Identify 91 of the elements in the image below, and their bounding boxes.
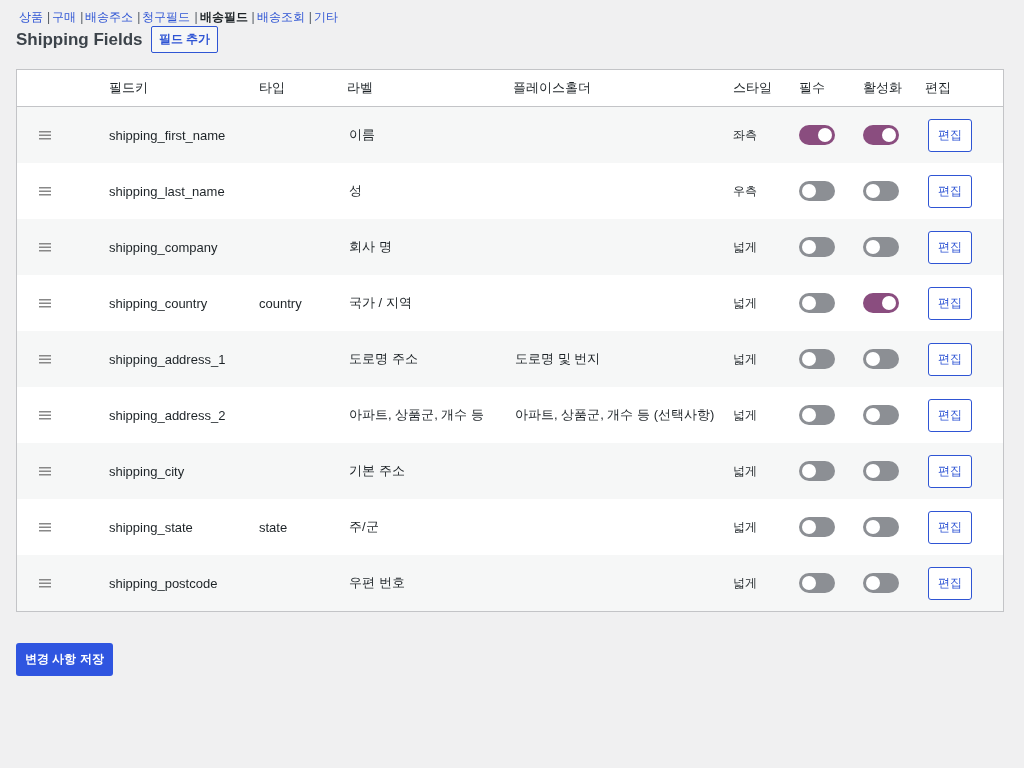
hint-text: 아파트, 상품군, 개수 등 (선택사항) <box>515 407 715 422</box>
drag-handle-icon[interactable] <box>39 410 51 420</box>
column-header: 편집 <box>925 79 952 97</box>
edit-button[interactable]: 편집 <box>928 230 972 264</box>
field-label: 우편 번호 <box>349 575 405 590</box>
field-style: 넓게 <box>733 575 757 590</box>
enabled-toggle[interactable] <box>863 349 899 369</box>
field-style: 우측 <box>733 183 757 198</box>
nav-link[interactable]: 배송주소 <box>85 8 134 26</box>
nav-link[interactable]: 구매 <box>52 8 77 26</box>
column-header: 타입 <box>259 79 286 97</box>
field-style: 넓게 <box>733 239 757 254</box>
column-header: 필드키 <box>108 79 149 97</box>
page-title: Shipping Fields <box>16 29 143 50</box>
nav-separator: | <box>137 10 141 24</box>
field-key: shipping_postcode <box>109 575 218 591</box>
field-label: 아파트, 상품군, 개수 등 <box>349 407 485 422</box>
add-field-button[interactable]: 필드 추가 <box>150 26 218 53</box>
field-style: 넓게 <box>733 463 757 478</box>
drag-handle-icon[interactable] <box>39 298 51 308</box>
drag-handle-icon[interactable] <box>39 186 51 196</box>
nav-link[interactable]: 기타 <box>313 8 338 26</box>
field-style: 넓게 <box>733 295 757 310</box>
edit-button[interactable]: 편집 <box>928 342 972 376</box>
field-type: state <box>259 519 288 535</box>
field-style: 넓게 <box>733 351 757 366</box>
nav-separator: | <box>251 10 255 24</box>
column-header: 라벨 <box>346 79 374 97</box>
column-header: 활성화 <box>863 79 903 97</box>
edit-button[interactable]: 편집 <box>928 566 972 600</box>
nav-separator: | <box>47 10 51 24</box>
field-type: country <box>259 295 302 311</box>
drag-handle-icon[interactable] <box>39 522 51 532</box>
drag-handle-icon[interactable] <box>39 242 51 252</box>
edit-button[interactable]: 편집 <box>928 174 972 208</box>
required-toggle[interactable] <box>799 461 835 481</box>
nav-link[interactable]: 상품 <box>19 8 43 26</box>
drag-handle-icon[interactable] <box>39 130 51 140</box>
field-label: 성 <box>349 183 362 198</box>
edit-button[interactable]: 편집 <box>928 510 972 544</box>
edit-button[interactable]: 편집 <box>928 118 972 152</box>
enabled-toggle[interactable] <box>863 517 899 537</box>
field-key: shipping_first_name <box>109 127 226 143</box>
nav-link[interactable]: 배송조회 <box>256 8 305 26</box>
enabled-toggle[interactable] <box>863 405 899 425</box>
nav-separator: | <box>80 10 84 24</box>
field-key: shipping_state <box>109 519 193 535</box>
column-header: 필수 <box>799 79 826 97</box>
field-label: 이름 <box>349 127 375 142</box>
column-header: 플레이스홀더 <box>512 79 592 97</box>
enabled-toggle[interactable] <box>863 181 899 201</box>
field-label: 기본 주소 <box>349 463 405 478</box>
required-toggle[interactable] <box>799 349 835 369</box>
edit-button[interactable]: 편집 <box>928 454 972 488</box>
field-key: shipping_last_name <box>109 183 225 199</box>
enabled-toggle[interactable] <box>863 293 899 313</box>
column-header: 스타일 <box>733 79 773 97</box>
field-key: shipping_country <box>109 295 208 311</box>
enabled-toggle[interactable] <box>863 461 899 481</box>
field-label: 국가 / 지역 <box>349 295 412 310</box>
field-style: 넓게 <box>733 519 757 534</box>
nav-separator: | <box>194 10 198 24</box>
drag-handle-icon[interactable] <box>39 354 51 364</box>
field-label: 회사 명 <box>349 239 392 254</box>
edit-button[interactable]: 편집 <box>928 398 972 432</box>
required-toggle[interactable] <box>799 405 835 425</box>
field-style: 넓게 <box>733 407 757 422</box>
field-style: 좌측 <box>733 127 757 142</box>
required-toggle[interactable] <box>799 181 835 201</box>
field-key: shipping_address_1 <box>109 351 226 367</box>
drag-handle-icon[interactable] <box>39 466 51 476</box>
required-toggle[interactable] <box>799 237 835 257</box>
nav-separator: | <box>308 10 312 24</box>
edit-button[interactable]: 편집 <box>928 286 972 320</box>
required-toggle[interactable] <box>799 125 835 145</box>
save-changes-button[interactable]: 변경 사항 저장 <box>16 643 113 676</box>
field-key: shipping_city <box>109 463 185 479</box>
drag-handle-icon[interactable] <box>39 578 51 588</box>
required-toggle[interactable] <box>799 293 835 313</box>
field-label: 도로명 주소 <box>349 351 418 366</box>
field-key: shipping_address_2 <box>109 407 226 423</box>
enabled-toggle[interactable] <box>863 237 899 257</box>
field-key: shipping_company <box>109 239 218 255</box>
field-label: 주/군 <box>349 519 379 534</box>
enabled-toggle[interactable] <box>863 573 899 593</box>
nav-link[interactable]: 배송필드 <box>199 8 248 26</box>
required-toggle[interactable] <box>799 573 835 593</box>
required-toggle[interactable] <box>799 517 835 537</box>
nav-link[interactable]: 청구필드 <box>142 8 191 26</box>
enabled-toggle[interactable] <box>863 125 899 145</box>
hint-text: 도로명 및 번지 <box>515 351 601 366</box>
